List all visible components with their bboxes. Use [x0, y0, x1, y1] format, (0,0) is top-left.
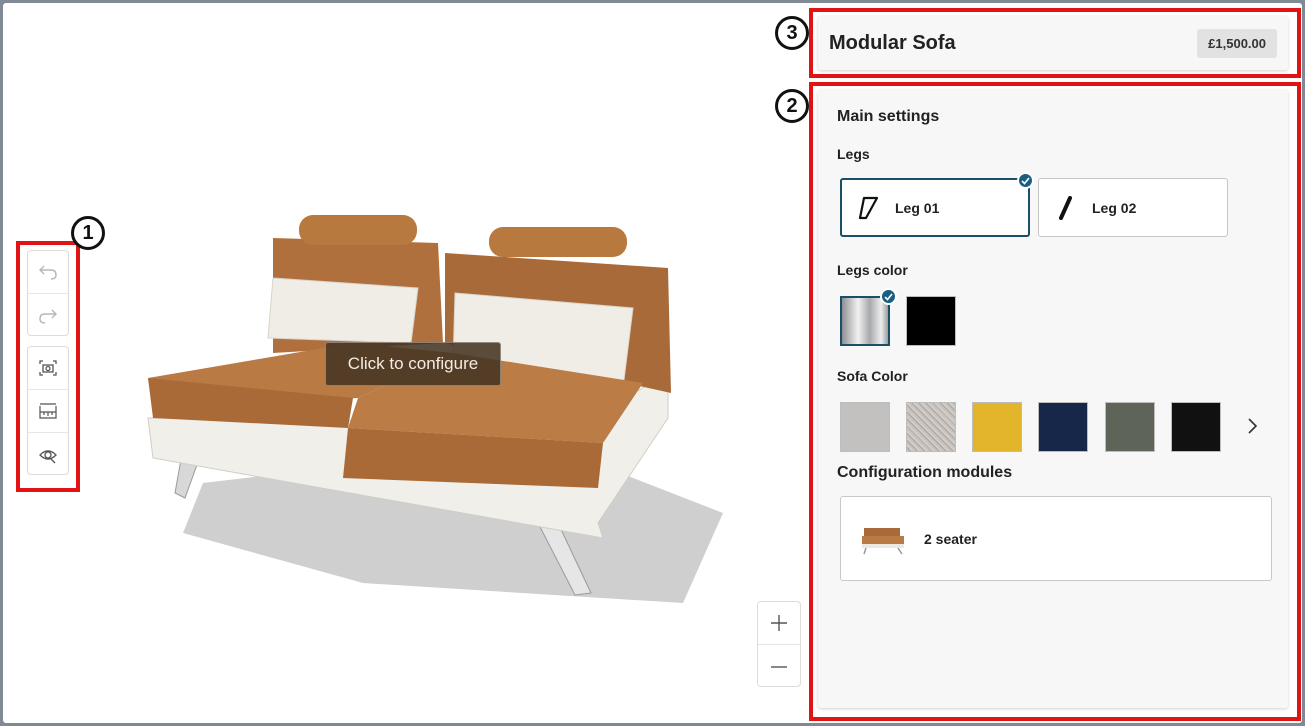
- legs-color-label: Legs color: [837, 262, 908, 278]
- sofa-color-speckled-grey[interactable]: [906, 402, 956, 452]
- view-ar-button[interactable]: [28, 433, 68, 476]
- minus-icon: [771, 665, 787, 668]
- legs-color-black[interactable]: [906, 296, 956, 346]
- view-toolgroup: [27, 346, 69, 475]
- leg-option-01[interactable]: Leg 01: [840, 178, 1030, 237]
- sofa-color-next-button[interactable]: [1243, 416, 1261, 436]
- zoom-out-button[interactable]: [758, 645, 800, 688]
- legs-color-selected-check: [880, 288, 897, 305]
- leg-option-02[interactable]: Leg 02: [1038, 178, 1228, 237]
- leg-option-02-label: Leg 02: [1092, 199, 1137, 216]
- chevron-right-icon: [1248, 418, 1258, 434]
- plus-icon: [771, 615, 787, 631]
- zoom-controls: [757, 601, 801, 687]
- redo-button[interactable]: [28, 294, 68, 337]
- legs-color-chrome[interactable]: [840, 296, 890, 346]
- price-badge: £1,500.00: [1197, 28, 1277, 58]
- sofa-3d-model[interactable]: [123, 193, 723, 613]
- undo-button[interactable]: [28, 251, 68, 294]
- configurator-window: Click to configure 1 3 Modular Sofa £1,5…: [3, 3, 1302, 723]
- callout-badge-1: 1: [71, 216, 105, 250]
- configuration-modules-label: Configuration modules: [837, 464, 1013, 481]
- sofa-color-navy[interactable]: [1038, 402, 1088, 452]
- dimensions-button[interactable]: [28, 390, 68, 433]
- redo-icon: [39, 309, 57, 324]
- settings-panel: Main settings Legs Leg 01 Leg 02 Legs co…: [818, 90, 1288, 708]
- leg-02-icon: [1059, 195, 1072, 220]
- callout-badge-2: 2: [775, 89, 809, 123]
- zoom-in-button[interactable]: [758, 602, 800, 645]
- sofa-color-black[interactable]: [1171, 402, 1221, 452]
- sofa-color-light-grey[interactable]: [840, 402, 890, 452]
- module-2-seater-label: 2 seater: [924, 530, 977, 547]
- product-title: Modular Sofa: [829, 31, 956, 54]
- history-toolgroup: [27, 250, 69, 336]
- screenshot-button[interactable]: [28, 347, 68, 390]
- leg-option-01-label: Leg 01: [895, 199, 940, 216]
- sofa-color-mustard[interactable]: [972, 402, 1022, 452]
- callout-badge-3: 3: [775, 16, 809, 50]
- legs-label: Legs: [837, 146, 870, 162]
- check-icon: [1021, 176, 1030, 185]
- undo-icon: [39, 265, 57, 280]
- check-icon: [884, 292, 893, 301]
- 3d-viewer[interactable]: Click to configure 1: [3, 3, 803, 723]
- module-2-seater[interactable]: 2 seater: [840, 496, 1272, 581]
- configure-tooltip[interactable]: Click to configure: [325, 342, 501, 386]
- sofa-thumbnail-icon: [862, 527, 904, 554]
- sofa-color-label: Sofa Color: [837, 368, 908, 384]
- view-ar-icon: [39, 449, 57, 463]
- dimensions-icon: [39, 403, 57, 419]
- leg-01-icon: [858, 196, 879, 219]
- leg-selected-check: [1017, 172, 1034, 189]
- screenshot-icon: [39, 360, 57, 376]
- sofa-color-olive-grey[interactable]: [1105, 402, 1155, 452]
- main-settings-title: Main settings: [837, 108, 940, 125]
- product-header: Modular Sofa £1,500.00: [818, 16, 1288, 70]
